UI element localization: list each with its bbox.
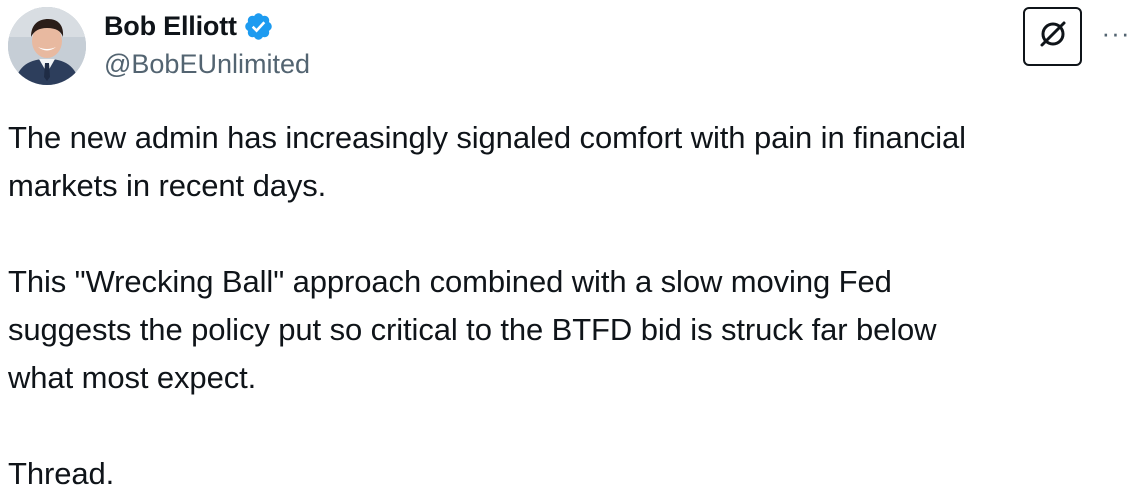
grok-icon [1036,17,1070,56]
grok-button[interactable] [1023,7,1082,66]
avatar[interactable] [8,7,86,85]
tweet-paragraph: This "Wrecking Ball" approach combined w… [8,264,937,395]
author-name-row[interactable]: Bob Elliott [104,8,274,44]
tweet-card: Bob Elliott @BobEUnlimited ··· The new a… [0,0,1138,494]
tweet-paragraph: The new admin has increasingly signaled … [8,120,966,203]
tweet-text: The new admin has increasingly signaled … [8,114,1128,498]
author-display-name[interactable]: Bob Elliott [104,11,237,42]
author-handle[interactable]: @BobEUnlimited [104,49,310,80]
more-options-button[interactable]: ··· [1098,18,1134,48]
tweet-paragraph: Thread. [8,456,115,491]
verified-badge-icon[interactable] [243,11,274,42]
